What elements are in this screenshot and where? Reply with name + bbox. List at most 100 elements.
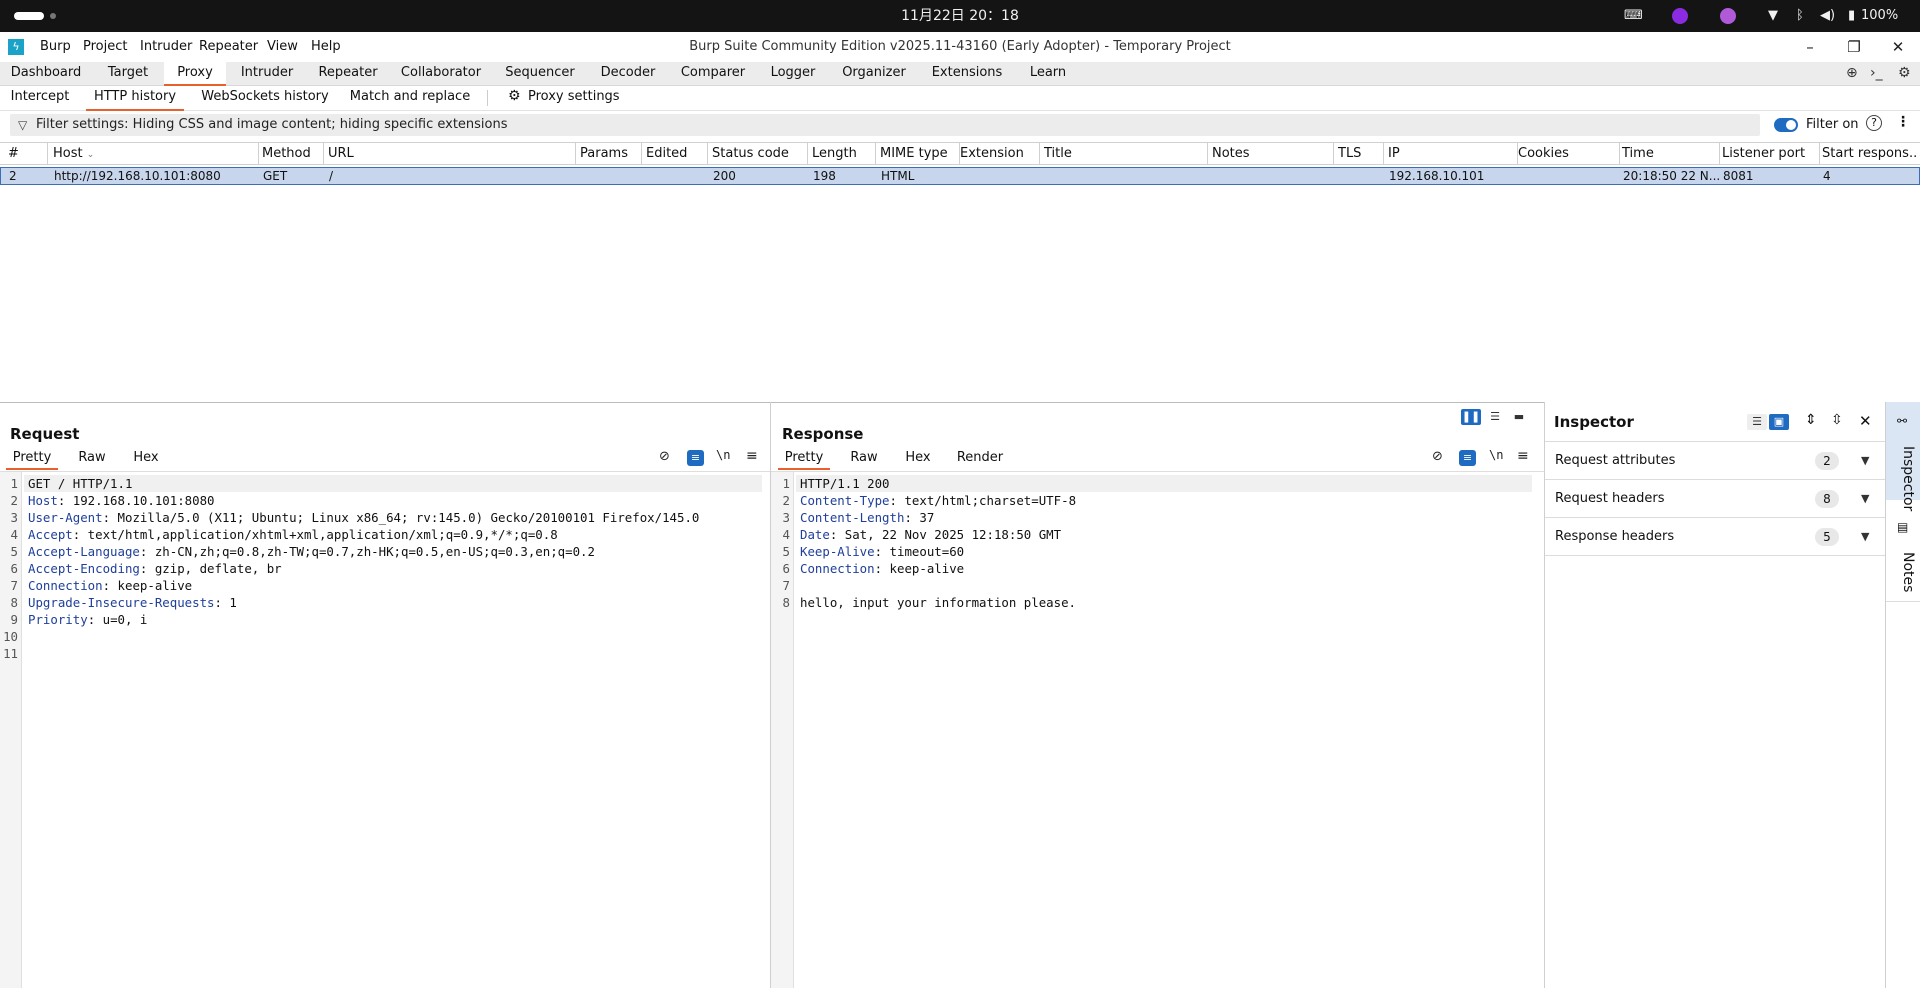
tab-decoder[interactable]: Decoder	[594, 62, 662, 86]
cell-extension	[957, 168, 1041, 184]
tab-proxy[interactable]: Proxy	[164, 62, 226, 86]
volume-icon[interactable]: ◀)	[1820, 7, 1835, 25]
terminal-icon[interactable]: ›_	[1870, 65, 1883, 81]
request-tab-raw[interactable]: Raw	[68, 448, 116, 470]
hide-nonprintable-icon[interactable]: ⊘	[659, 449, 670, 464]
col-time[interactable]: Time	[1618, 143, 1720, 165]
wifi-icon[interactable]: ▼	[1768, 7, 1778, 25]
expand-all-icon[interactable]: ⇕	[1805, 412, 1817, 428]
tab-extensions[interactable]: Extensions	[926, 62, 1008, 86]
side-tab-notes[interactable]: ▤ Notes	[1886, 512, 1920, 602]
response-tab-render[interactable]: Render	[952, 448, 1008, 470]
inspector-section-response-headers[interactable]: Response headers 5 ▼	[1545, 518, 1885, 556]
layout-side-by-side-icon[interactable]: ❚❚	[1461, 409, 1481, 425]
inspector-layout-panel-icon[interactable]: ▣	[1769, 414, 1789, 430]
response-menu-icon[interactable]: ≡	[1517, 448, 1529, 464]
col-params[interactable]: Params	[576, 143, 642, 165]
tab-collaborator[interactable]: Collaborator	[396, 62, 486, 86]
cell-edited	[643, 168, 709, 184]
col-ip[interactable]: IP	[1384, 143, 1518, 165]
response-editor[interactable]: HTTP/1.1 200 Content-Type: text/html;cha…	[800, 475, 1536, 611]
close-icon[interactable]: ✕	[1880, 32, 1916, 62]
tab-repeater[interactable]: Repeater	[310, 62, 386, 86]
col-edited[interactable]: Edited	[642, 143, 708, 165]
menu-repeater[interactable]: Repeater	[199, 32, 258, 62]
filter-icon: ▽	[18, 118, 28, 132]
collapse-all-icon[interactable]: ⇳	[1831, 412, 1843, 428]
proxy-settings-gear-icon[interactable]: ⚙	[508, 88, 521, 104]
word-wrap-icon[interactable]: ≡	[1459, 450, 1476, 466]
response-tab-pretty[interactable]: Pretty	[778, 448, 830, 470]
col-url[interactable]: URL	[324, 143, 576, 165]
cell-status-code: 200	[713, 169, 736, 183]
tab-target[interactable]: Target	[96, 62, 160, 86]
tab-sequencer[interactable]: Sequencer	[498, 62, 582, 86]
col-cookies[interactable]: Cookies	[1514, 143, 1620, 165]
tab-organizer[interactable]: Organizer	[834, 62, 914, 86]
filter-toggle[interactable]	[1774, 118, 1798, 132]
layout-single-icon[interactable]: ▬	[1509, 409, 1529, 425]
globe-icon[interactable]: ⊕	[1846, 65, 1858, 81]
section-label: Response headers	[1555, 529, 1675, 544]
cell-url: /	[329, 169, 334, 183]
app-tray-icon[interactable]	[1672, 8, 1688, 24]
app-tray-icon-2[interactable]	[1720, 8, 1736, 24]
col-title[interactable]: Title	[1040, 143, 1208, 165]
side-tab-inspector[interactable]: ⚯ Inspector	[1886, 402, 1920, 511]
tab-comparer[interactable]: Comparer	[674, 62, 752, 86]
request-tab-hex[interactable]: Hex	[122, 448, 170, 470]
inspector-section-request-headers[interactable]: Request headers 8 ▼	[1545, 480, 1885, 518]
menu-view[interactable]: View	[267, 32, 298, 62]
col-listener-port[interactable]: Listener port	[1718, 143, 1820, 165]
response-line: Content-Type: text/html;charset=UTF-8	[800, 493, 1077, 508]
tab-http-history[interactable]: HTTP history	[86, 86, 184, 111]
layout-stacked-icon[interactable]: ☰	[1485, 409, 1505, 425]
proxy-settings-button[interactable]: Proxy settings	[528, 86, 620, 108]
tab-learn[interactable]: Learn	[1020, 62, 1076, 86]
col-tls[interactable]: TLS	[1334, 143, 1384, 165]
menu-burp[interactable]: Burp	[40, 32, 71, 62]
col-length[interactable]: Length	[808, 143, 876, 165]
col-method[interactable]: Method	[258, 143, 324, 165]
tab-match-and-replace[interactable]: Match and replace	[348, 86, 472, 111]
col-notes[interactable]: Notes	[1208, 143, 1334, 165]
settings-gear-icon[interactable]: ⚙	[1898, 65, 1911, 81]
inspector-section-request-attributes[interactable]: Request attributes 2 ▼	[1545, 442, 1885, 480]
tab-intruder[interactable]: Intruder	[232, 62, 302, 86]
filter-settings-bar[interactable]: ▽ Filter settings: Hiding CSS and image …	[10, 114, 1760, 136]
help-icon[interactable]: ?	[1866, 115, 1882, 131]
cell-mime-type: HTML	[881, 169, 915, 183]
tab-dashboard[interactable]: Dashboard	[6, 62, 86, 86]
bluetooth-icon[interactable]: ᛒ	[1796, 7, 1804, 25]
menu-help[interactable]: Help	[311, 32, 341, 62]
word-wrap-icon[interactable]: ≡	[687, 450, 704, 466]
inspector-close-icon[interactable]: ✕	[1859, 412, 1872, 430]
col-number[interactable]: #	[4, 143, 48, 165]
response-tab-hex[interactable]: Hex	[894, 448, 942, 470]
col-start-response[interactable]: Start respons...	[1818, 143, 1918, 165]
tab-websockets-history[interactable]: WebSockets history	[198, 86, 332, 111]
cell-params	[577, 168, 643, 184]
col-mime-type[interactable]: MIME type	[876, 143, 960, 165]
tab-intercept[interactable]: Intercept	[6, 86, 74, 111]
hide-nonprintable-icon[interactable]: ⊘	[1432, 449, 1443, 464]
request-editor[interactable]: GET / HTTP/1.1 Host: 192.168.10.101:8080…	[28, 475, 768, 662]
col-extension[interactable]: Extension	[956, 143, 1040, 165]
menu-intruder[interactable]: Intruder	[140, 32, 192, 62]
col-status-code[interactable]: Status code	[708, 143, 808, 165]
table-row[interactable]: 2 http://192.168.10.101:8080 GET / 200 1…	[0, 167, 1920, 185]
menu-project[interactable]: Project	[83, 32, 127, 62]
keyboard-icon[interactable]: ⌨	[1624, 7, 1643, 25]
more-options-icon[interactable]: ⋮	[1896, 114, 1910, 130]
battery-icon[interactable]: ▮	[1848, 7, 1855, 25]
newline-toggle[interactable]: \n	[716, 448, 730, 462]
restore-icon[interactable]: ❐	[1836, 32, 1872, 62]
minimize-icon[interactable]: –	[1792, 32, 1828, 62]
inspector-layout-list-icon[interactable]: ☰	[1747, 414, 1767, 430]
response-tab-raw[interactable]: Raw	[840, 448, 888, 470]
request-tab-pretty[interactable]: Pretty	[6, 448, 58, 470]
request-menu-icon[interactable]: ≡	[746, 448, 758, 464]
tab-logger[interactable]: Logger	[764, 62, 822, 86]
newline-toggle[interactable]: \n	[1489, 448, 1503, 462]
col-host[interactable]: Host ⌄	[49, 143, 259, 165]
